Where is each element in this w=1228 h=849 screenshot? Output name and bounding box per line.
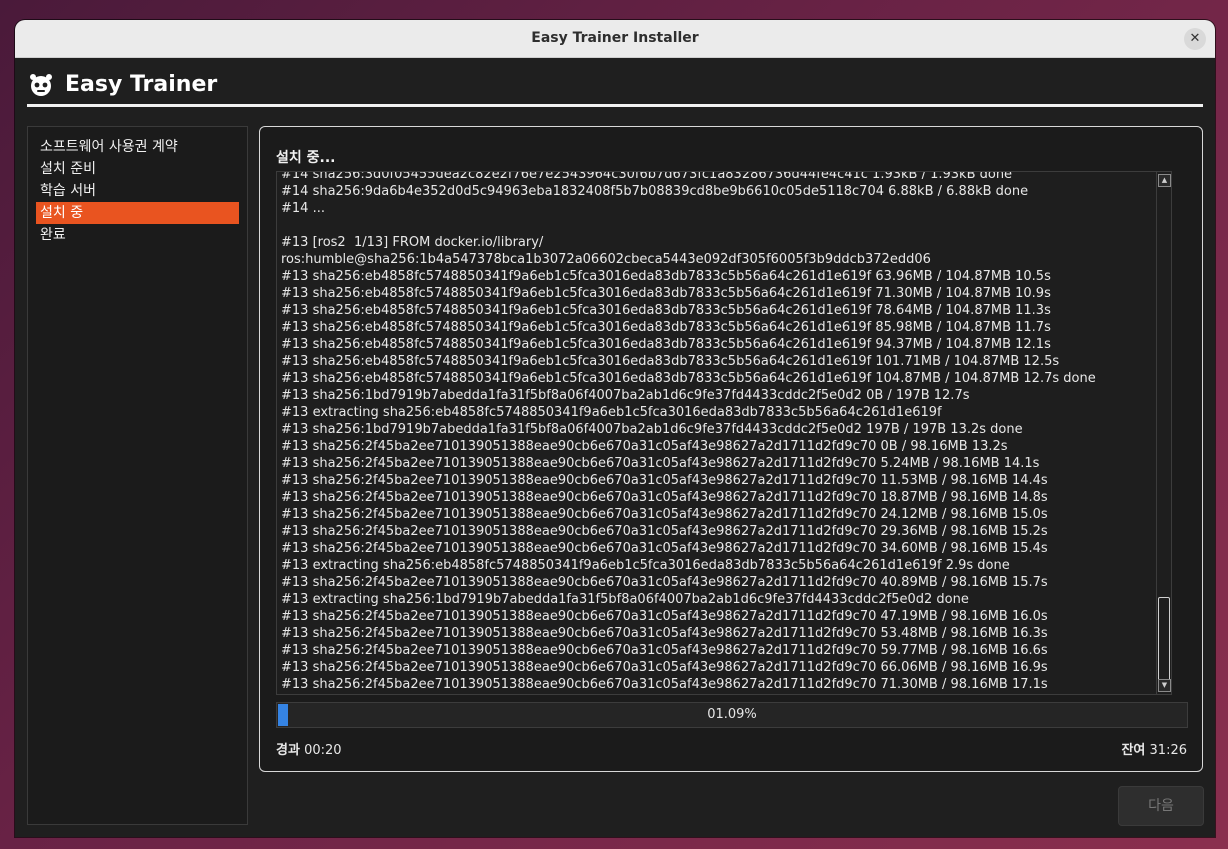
log-line: #14 sha256:3d0f05455dea2c82e2f76e7e25439… <box>281 171 1013 182</box>
log-scrollbar[interactable]: ▲ ▼ <box>1156 172 1171 694</box>
steps-list: 소프트웨어 사용권 계약 설치 준비 학습 서버 설치 중 완료 <box>28 127 247 246</box>
sidebar-step-2[interactable]: 설치 준비 <box>36 158 239 180</box>
log-line: #13 sha256:2f45ba2ee710139051388eae90cb6… <box>281 677 1048 692</box>
log-line: #13 extracting sha256:1bd7919b7abedda1fa… <box>281 592 969 607</box>
app-header: Easy Trainer <box>27 67 1203 107</box>
sidebar-step-4[interactable]: 설치 중 <box>36 202 239 224</box>
log-line: #13 [ros2 1/13] FROM docker.io/library/ <box>281 235 544 250</box>
log-line: #13 sha256:eb4858fc5748850341f9a6eb1c5fc… <box>281 354 1060 369</box>
header-divider <box>27 104 1203 107</box>
log-line: #13 sha256:eb4858fc5748850341f9a6eb1c5fc… <box>281 371 1096 386</box>
app-name: Easy Trainer <box>65 72 218 97</box>
install-progress-bar: 01.09% <box>276 702 1188 728</box>
log-line: #13 sha256:2f45ba2ee710139051388eae90cb6… <box>281 626 1048 641</box>
log-line: #13 sha256:2f45ba2ee710139051388eae90cb6… <box>281 456 1040 471</box>
robot-mascot-icon <box>30 74 52 96</box>
scroll-down-icon[interactable]: ▼ <box>1158 679 1171 692</box>
elapsed-time: 경과 00:20 <box>276 739 342 758</box>
log-line: #13 sha256:2f45ba2ee710139051388eae90cb6… <box>281 609 1048 624</box>
log-line: #13 sha256:2f45ba2ee710139051388eae90cb6… <box>281 660 1048 675</box>
log-line: #13 sha256:1bd7919b7abedda1fa31f5bf8a06f… <box>281 422 1023 437</box>
remaining-value: 31:26 <box>1149 743 1187 758</box>
close-icon[interactable]: ✕ <box>1184 28 1206 50</box>
log-line: #14 ... <box>281 201 325 216</box>
install-panel: 설치 중... #14 sha256:3d0f05455dea2c82e2f76… <box>259 126 1203 772</box>
log-line: ros:humble@sha256:1b4a547378bca1b3072a06… <box>281 252 931 267</box>
log-line: #13 sha256:2f45ba2ee710139051388eae90cb6… <box>281 507 1048 522</box>
log-line: #13 sha256:eb4858fc5748850341f9a6eb1c5fc… <box>281 286 1051 301</box>
install-status: 설치 중... <box>276 150 336 166</box>
log-line: #13 sha256:eb4858fc5748850341f9a6eb1c5fc… <box>281 303 1051 318</box>
log-line: #13 sha256:2f45ba2ee710139051388eae90cb6… <box>281 439 1008 454</box>
log-line: #13 sha256:2f45ba2ee710139051388eae90cb6… <box>281 643 1048 658</box>
log-line: #13 sha256:eb4858fc5748850341f9a6eb1c5fc… <box>281 320 1051 335</box>
log-line: #13 sha256:2f45ba2ee710139051388eae90cb6… <box>281 541 1048 556</box>
log-line: #13 sha256:eb4858fc5748850341f9a6eb1c5fc… <box>281 337 1051 352</box>
next-button[interactable]: 다음 <box>1118 786 1204 826</box>
remaining-time: 잔여 31:26 <box>1121 739 1187 758</box>
title-bar: Easy Trainer Installer ✕ <box>15 20 1215 58</box>
log-line: #13 sha256:2f45ba2ee710139051388eae90cb6… <box>281 490 1048 505</box>
log-text: #14 sha256:3d0f05455dea2c82e2f76e7e25439… <box>281 171 1161 693</box>
log-line: #13 extracting sha256:eb4858fc5748850341… <box>281 405 942 420</box>
scroll-thumb[interactable] <box>1158 597 1170 681</box>
log-line: #13 sha256:2f45ba2ee710139051388eae90cb6… <box>281 524 1048 539</box>
sidebar-step-1[interactable]: 소프트웨어 사용권 계약 <box>36 136 239 158</box>
sidebar-step-3[interactable]: 학습 서버 <box>36 180 239 202</box>
install-log[interactable]: #14 sha256:3d0f05455dea2c82e2f76e7e25439… <box>276 171 1172 695</box>
log-line: #13 sha256:1bd7919b7abedda1fa31f5bf8a06f… <box>281 388 970 403</box>
sidebar-step-5[interactable]: 완료 <box>36 224 239 246</box>
log-line: #13 extracting sha256:eb4858fc5748850341… <box>281 558 1010 573</box>
log-line: #13 sha256:2f45ba2ee710139051388eae90cb6… <box>281 575 1048 590</box>
log-line: #14 sha256:9da6b4e352d0d5c94963eba183240… <box>281 184 1029 199</box>
steps-sidebar: 소프트웨어 사용권 계약 설치 준비 학습 서버 설치 중 완료 <box>27 126 248 825</box>
progress-percent: 01.09% <box>707 707 757 722</box>
log-line: #13 sha256:2f45ba2ee710139051388eae90cb6… <box>281 473 1048 488</box>
elapsed-label: 경과 <box>276 743 300 758</box>
remaining-label: 잔여 <box>1121 743 1146 758</box>
log-line: #13 sha256:eb4858fc5748850341f9a6eb1c5fc… <box>281 269 1051 284</box>
elapsed-value: 00:20 <box>304 743 342 758</box>
window-title: Easy Trainer Installer <box>531 30 699 46</box>
scroll-up-icon[interactable]: ▲ <box>1158 174 1171 187</box>
installer-window: Easy Trainer Installer ✕ Easy Trainer 소프… <box>15 20 1215 837</box>
